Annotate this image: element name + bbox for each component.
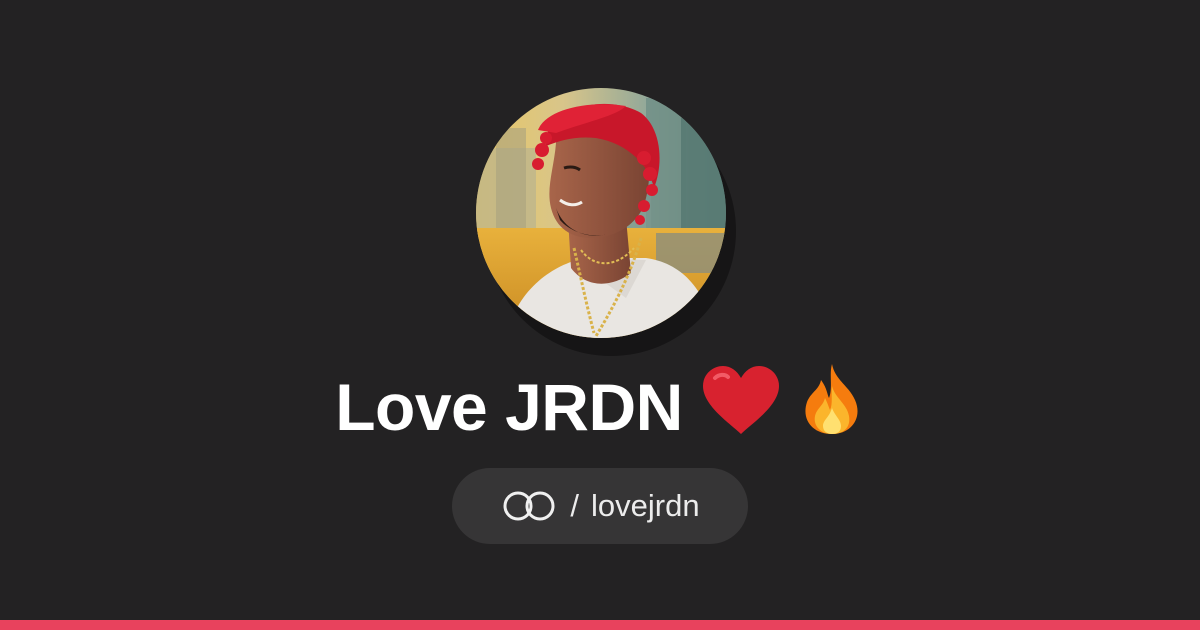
fire-emoji-icon (799, 362, 865, 436)
username-label: lovejrdn (591, 488, 700, 523)
avatar (476, 88, 726, 338)
handle-separator: / (570, 488, 580, 523)
profile-handle-link[interactable]: / lovejrdn (452, 468, 748, 544)
avatar-container (476, 88, 736, 356)
heart-emoji-icon (701, 366, 781, 436)
accent-bar (0, 620, 1200, 630)
display-name: Love JRDN (335, 370, 683, 444)
linked-rings-icon (500, 490, 558, 522)
profile-title-row: Love JRDN (0, 362, 1200, 450)
